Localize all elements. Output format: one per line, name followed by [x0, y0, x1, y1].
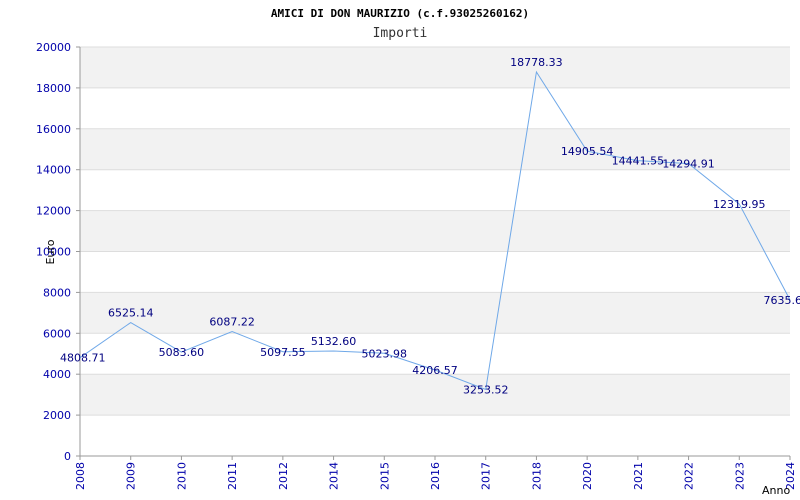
data-label: 14294.91: [662, 158, 715, 171]
x-tick-label: 2012: [277, 462, 290, 490]
y-tick-label: 18000: [36, 82, 71, 95]
data-label: 6525.14: [108, 307, 154, 320]
x-tick-label: 2016: [429, 462, 442, 490]
data-label: 12319.95: [713, 198, 766, 211]
x-axis-label: Anno: [762, 484, 790, 497]
y-tick-label: 4000: [43, 368, 71, 381]
data-label: 5023.98: [362, 347, 408, 360]
data-label: 7635.6: [764, 294, 800, 307]
data-label: 5097.55: [260, 346, 306, 359]
chart-title: AMICI DI DON MAURIZIO (c.f.93025260162): [271, 7, 529, 20]
x-axis-ticks: 2008 2009 2010 2011 2012 2014 2015 2016 2017 2018…: [74, 456, 797, 490]
x-tick-label: 2020: [581, 462, 594, 490]
y-tick-label: 8000: [43, 286, 71, 299]
y-axis-ticks: 0200040006000800010000120001400016000180…: [36, 41, 80, 463]
y-tick-label: 14000: [36, 164, 71, 177]
data-label: 14441.55: [612, 155, 665, 168]
data-label: 4808.71: [60, 352, 106, 365]
x-tick-label: 2022: [683, 462, 696, 490]
y-tick-label: 0: [64, 450, 71, 463]
chart-subtitle: Importi: [373, 26, 428, 41]
y-tick-label: 12000: [36, 205, 71, 218]
y-tick-label: 6000: [43, 327, 71, 340]
data-label: 5132.60: [311, 335, 357, 348]
grid-band: [80, 47, 790, 88]
data-label: 4206.57: [412, 364, 458, 377]
x-tick-label: 2021: [632, 462, 645, 490]
grid-band: [80, 374, 790, 416]
y-tick-label: 2000: [43, 409, 71, 422]
y-tick-label: 20000: [36, 41, 71, 54]
x-tick-label: 2023: [733, 462, 746, 490]
x-tick-label: 2017: [480, 462, 493, 490]
x-tick-label: 2018: [530, 462, 543, 490]
data-label: 5083.60: [159, 346, 205, 359]
y-tick-label: 16000: [36, 123, 71, 136]
grid-band: [80, 210, 790, 252]
x-tick-label: 2010: [175, 462, 188, 490]
grid-bands: [80, 47, 790, 416]
x-tick-label: 2008: [74, 462, 87, 490]
x-tick-label: 2011: [226, 462, 239, 490]
y-axis-label: Euro: [44, 239, 57, 264]
x-tick-label: 2009: [125, 462, 138, 490]
data-label: 18778.33: [510, 56, 563, 69]
grid-band: [80, 292, 790, 334]
x-tick-label: 2014: [328, 462, 341, 490]
data-label: 14905.54: [561, 145, 614, 158]
data-label: 6087.22: [209, 316, 255, 329]
x-tick-label: 2015: [378, 462, 391, 490]
line-chart: AMICI DI DON MAURIZIO (c.f.93025260162) …: [36, 7, 800, 497]
data-label: 3253.52: [463, 383, 509, 396]
